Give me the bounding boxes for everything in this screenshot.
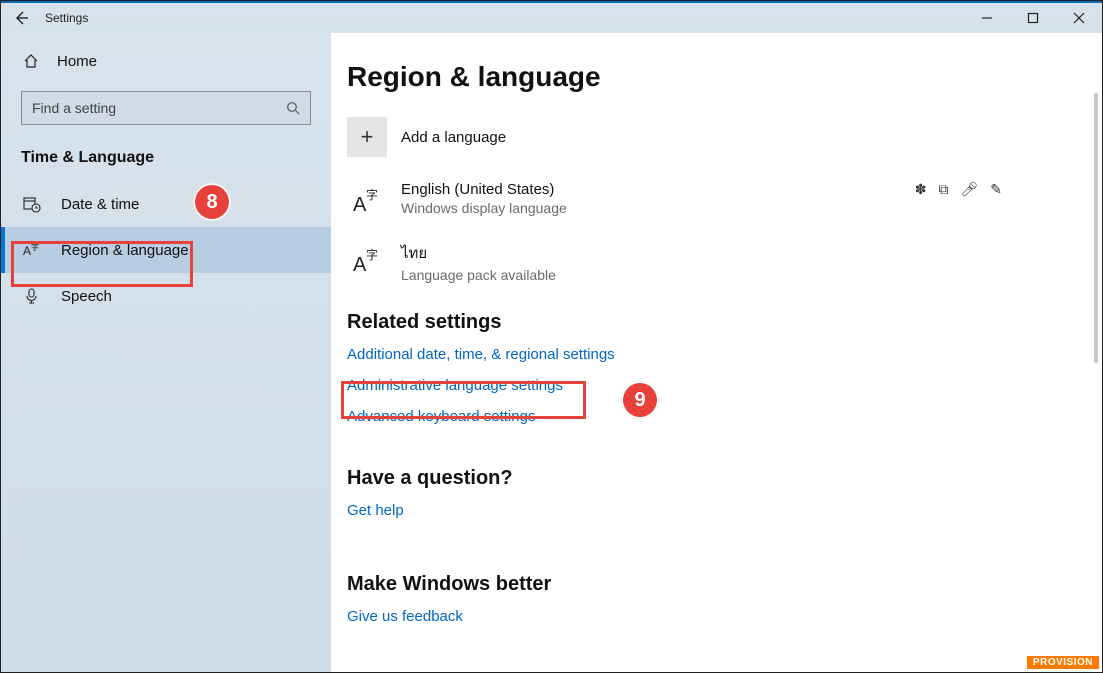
- language-sub: Language pack available: [401, 267, 556, 283]
- language-glyph-icon: A字: [347, 241, 387, 281]
- link-advanced-keyboard[interactable]: Advanced keyboard settings: [347, 408, 535, 425]
- search-placeholder: Find a setting: [32, 100, 286, 116]
- make-better-heading: Make Windows better: [347, 573, 1062, 596]
- language-name: English (United States): [401, 181, 567, 198]
- svg-text:A: A: [353, 254, 367, 276]
- page-title: Region & language: [347, 61, 1062, 93]
- svg-text:字: 字: [31, 242, 39, 252]
- plus-icon: +: [347, 117, 387, 157]
- watermark: PROVISION: [1026, 655, 1100, 670]
- link-get-help[interactable]: Get help: [347, 502, 404, 519]
- svg-text:A: A: [23, 244, 31, 258]
- calendar-clock-icon: [23, 195, 47, 213]
- back-button[interactable]: [1, 10, 41, 26]
- window-title: Settings: [41, 11, 88, 25]
- callout-9: 9: [621, 381, 659, 419]
- search-icon: [286, 101, 300, 115]
- sidebar-item-date-time[interactable]: Date & time: [1, 181, 331, 227]
- sidebar: Home Find a setting Time & Language Date…: [1, 33, 331, 672]
- text-to-speech-icon: ✽: [915, 181, 927, 198]
- link-feedback[interactable]: Give us feedback: [347, 608, 463, 625]
- search-input[interactable]: Find a setting: [21, 91, 311, 125]
- sidebar-item-label: Speech: [61, 288, 112, 305]
- svg-text:字: 字: [366, 247, 378, 262]
- callout-8: 8: [193, 183, 231, 221]
- category-heading: Time & Language: [1, 141, 331, 181]
- speech-icon: 🎤︎: [960, 181, 978, 198]
- handwriting-icon: ✎: [990, 181, 1002, 198]
- sidebar-item-speech[interactable]: Speech: [1, 273, 331, 319]
- sidebar-item-label: Region & language: [61, 242, 189, 259]
- related-settings-heading: Related settings: [347, 311, 1062, 334]
- add-language-label: Add a language: [401, 129, 506, 146]
- sidebar-item-label: Date & time: [61, 196, 139, 213]
- link-administrative-language[interactable]: Administrative language settings: [347, 377, 563, 394]
- language-features: ✽ ⧉ 🎤︎ ✎: [915, 181, 1062, 198]
- home-icon: [23, 53, 47, 69]
- language-item-thai[interactable]: A字 ไทย Language pack available: [347, 241, 1062, 283]
- home-label: Home: [57, 53, 97, 70]
- microphone-icon: [23, 287, 47, 305]
- language-icon: A字: [23, 241, 47, 259]
- have-question-heading: Have a question?: [347, 467, 1062, 490]
- home-nav[interactable]: Home: [1, 41, 331, 81]
- scrollbar[interactable]: [1094, 93, 1098, 363]
- language-name: ไทย: [401, 241, 556, 265]
- sidebar-item-region-language[interactable]: A字 Region & language: [1, 227, 331, 273]
- language-item-english[interactable]: A字 English (United States) Windows displ…: [347, 181, 1062, 221]
- display-icon: ⧉: [938, 181, 948, 198]
- add-language-button[interactable]: + Add a language: [347, 117, 1062, 157]
- link-additional-date-time[interactable]: Additional date, time, & regional settin…: [347, 346, 615, 363]
- maximize-button[interactable]: [1010, 2, 1056, 34]
- language-glyph-icon: A字: [347, 181, 387, 221]
- content-pane: Region & language + Add a language A字 En…: [331, 33, 1102, 672]
- svg-text:A: A: [353, 194, 367, 216]
- minimize-button[interactable]: [964, 2, 1010, 34]
- close-button[interactable]: [1056, 2, 1102, 34]
- language-sub: Windows display language: [401, 200, 567, 216]
- title-bar: Settings: [1, 1, 1102, 33]
- svg-text:字: 字: [366, 187, 378, 202]
